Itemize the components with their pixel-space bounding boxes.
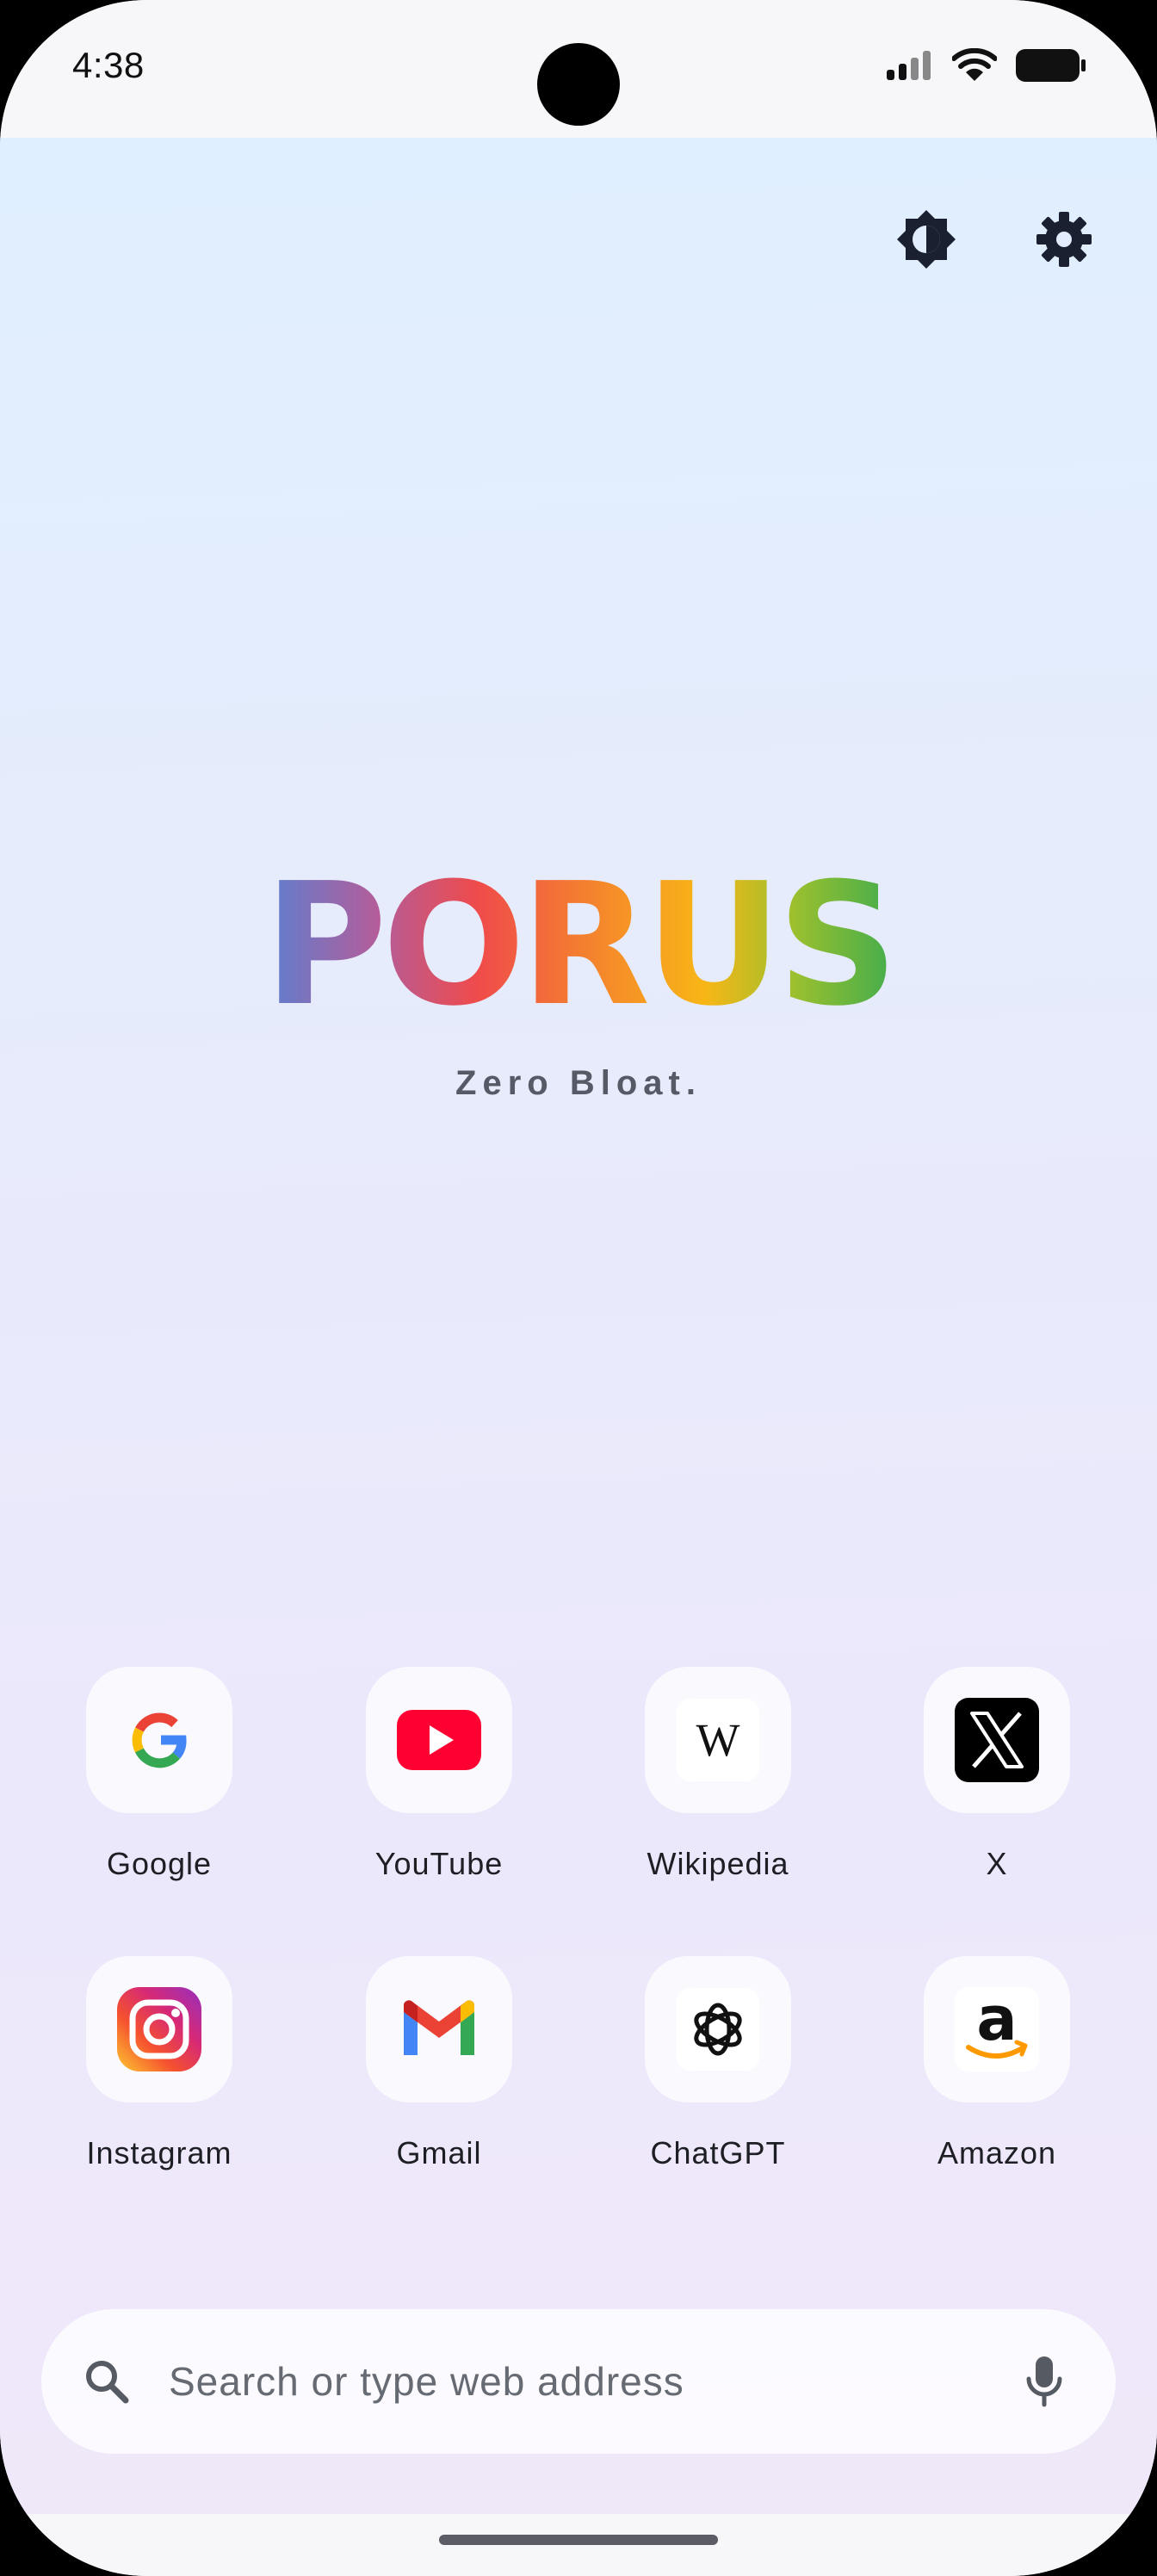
device-screen: 4:38 PORUS Zero Bloat. Google YouTube W … bbox=[0, 0, 1157, 2576]
status-time: 4:38 bbox=[72, 45, 145, 85]
x-icon bbox=[955, 1698, 1039, 1782]
shortcut-label: Wikipedia bbox=[647, 1846, 789, 1881]
signal-icon bbox=[887, 51, 931, 80]
shortcut-tile[interactable] bbox=[645, 1956, 791, 2102]
shortcut-amazon[interactable]: a Amazon bbox=[894, 1956, 1100, 2171]
shortcut-label: X bbox=[986, 1846, 1008, 1881]
shortcut-label: Google bbox=[106, 1846, 213, 1881]
shortcut-tile[interactable] bbox=[86, 1667, 232, 1813]
home-indicator[interactable] bbox=[439, 2535, 718, 2545]
battery-icon bbox=[1016, 49, 1086, 82]
microphone-icon[interactable] bbox=[1024, 2355, 1064, 2408]
search-icon bbox=[86, 2361, 129, 2404]
shortcut-label: ChatGPT bbox=[650, 2135, 786, 2170]
shortcut-label: Amazon bbox=[937, 2135, 1057, 2170]
instagram-icon bbox=[117, 1987, 201, 2071]
theme-toggle-button[interactable] bbox=[894, 207, 959, 272]
gmail-icon bbox=[404, 2000, 474, 2055]
home-page: PORUS Zero Bloat. Google YouTube W Wikip… bbox=[0, 138, 1157, 2514]
shortcut-tile[interactable]: W bbox=[645, 1667, 791, 1813]
top-actions bbox=[894, 207, 1097, 272]
settings-button[interactable] bbox=[1031, 207, 1097, 272]
brand-logo: PORUS bbox=[263, 847, 899, 1043]
shortcut-tile[interactable] bbox=[366, 1667, 512, 1813]
chatgpt-icon bbox=[677, 1988, 759, 2071]
status-icons bbox=[887, 48, 1086, 83]
shortcut-label: YouTube bbox=[374, 1846, 504, 1881]
wifi-icon bbox=[952, 48, 997, 81]
wikipedia-icon: W bbox=[677, 1699, 759, 1781]
shortcut-tile[interactable]: a bbox=[924, 1956, 1070, 2102]
search-input[interactable] bbox=[167, 2357, 1024, 2406]
shortcut-tile[interactable] bbox=[924, 1667, 1070, 1813]
brand: PORUS Zero Bloat. bbox=[0, 861, 1157, 1103]
shortcut-chatgpt[interactable]: ChatGPT bbox=[615, 1956, 821, 2171]
shortcut-tile[interactable] bbox=[86, 1956, 232, 2102]
shortcut-tile[interactable] bbox=[366, 1956, 512, 2102]
youtube-icon bbox=[397, 1710, 481, 1770]
theme-toggle-icon bbox=[897, 210, 956, 269]
search-bar[interactable] bbox=[41, 2309, 1116, 2454]
shortcut-wikipedia[interactable]: W Wikipedia bbox=[615, 1667, 821, 1882]
wikipedia-glyph: W bbox=[696, 1714, 740, 1766]
gear-icon bbox=[1036, 212, 1092, 267]
shortcut-gmail[interactable]: Gmail bbox=[336, 1956, 542, 2171]
status-bar: 4:38 bbox=[0, 0, 1157, 138]
navigation-bar bbox=[0, 2514, 1157, 2576]
shortcut-instagram[interactable]: Instagram bbox=[56, 1956, 263, 2171]
shortcut-x[interactable]: X bbox=[894, 1667, 1100, 1882]
shortcut-youtube[interactable]: YouTube bbox=[336, 1667, 542, 1882]
shortcut-label: Gmail bbox=[396, 2135, 482, 2170]
brand-tagline: Zero Bloat. bbox=[455, 1064, 702, 1102]
front-camera bbox=[537, 43, 620, 126]
amazon-smile bbox=[966, 2040, 1028, 2059]
amazon-icon: a bbox=[955, 1984, 1039, 2071]
shortcut-label: Instagram bbox=[86, 2135, 232, 2170]
google-icon bbox=[132, 1712, 187, 1768]
shortcut-google[interactable]: Google bbox=[56, 1667, 263, 1882]
